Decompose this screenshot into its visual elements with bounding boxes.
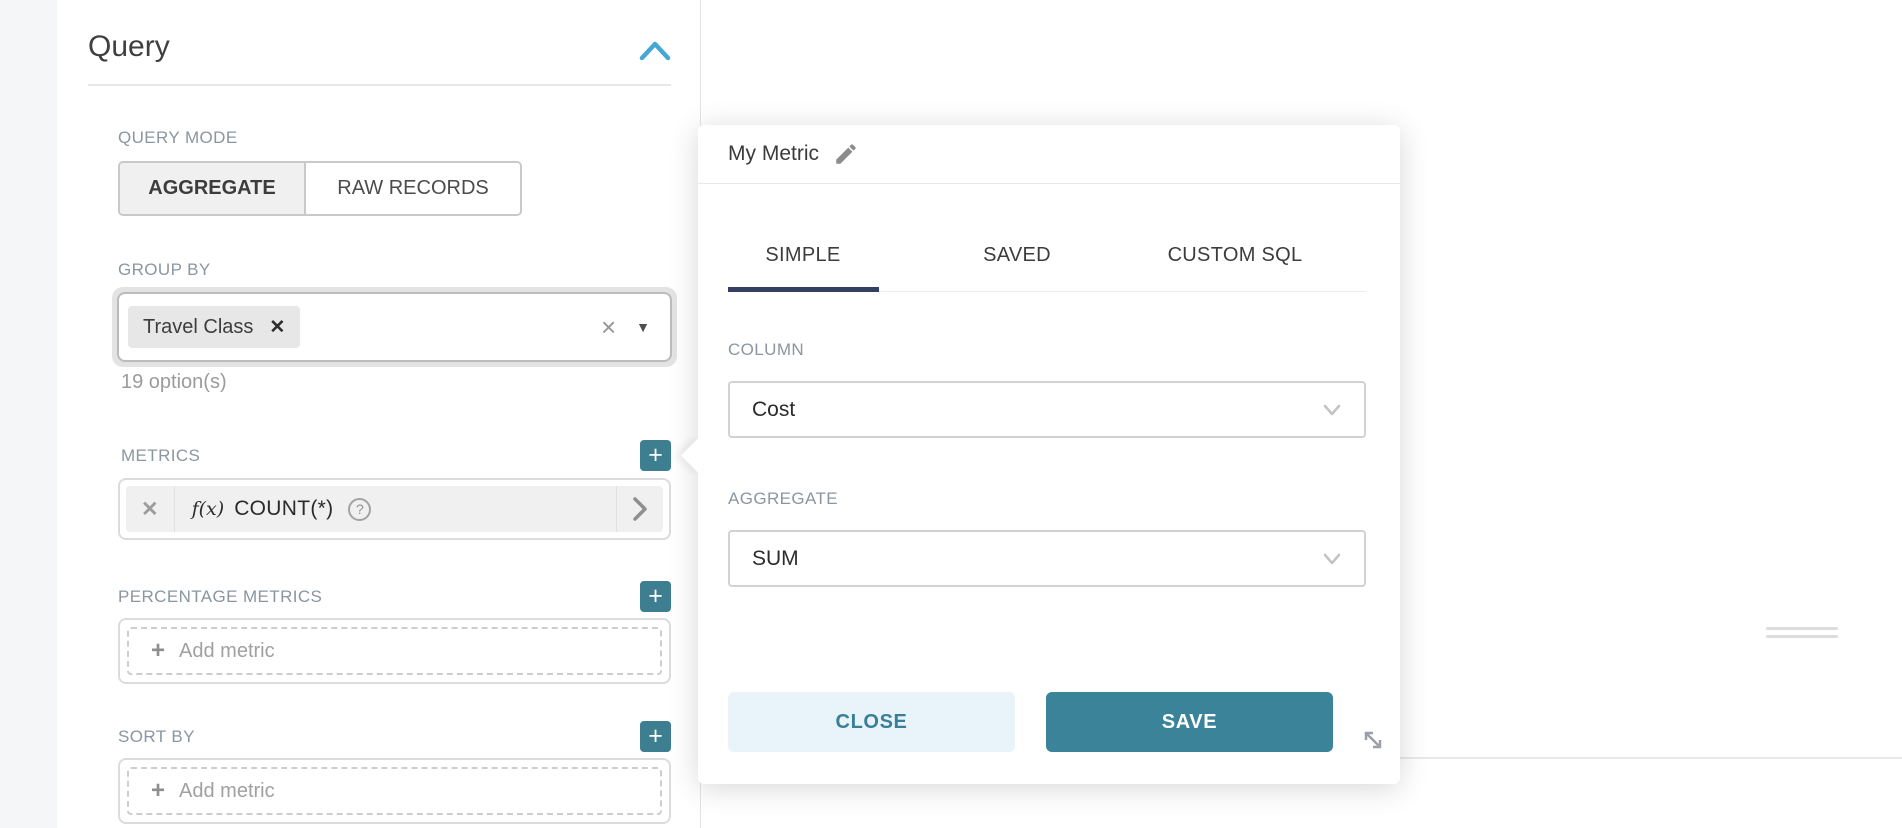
left-gutter-strip bbox=[0, 0, 57, 828]
popover-header: My Metric bbox=[698, 125, 1400, 184]
tab-saved[interactable]: SAVED bbox=[983, 244, 1051, 267]
aggregate-option[interactable]: AGGREGATE bbox=[120, 163, 306, 214]
column-label: COLUMN bbox=[728, 340, 804, 360]
plus-icon: + bbox=[151, 779, 165, 803]
help-icon[interactable]: ? bbox=[348, 498, 371, 521]
selected-tag[interactable]: Travel Class ✕ bbox=[128, 306, 300, 348]
metric-item[interactable]: ✕ f(x) COUNT(*) ? bbox=[126, 486, 663, 532]
dropdown-caret-icon[interactable]: ▼ bbox=[636, 319, 650, 335]
add-metric-placeholder: Add metric bbox=[179, 640, 275, 663]
aggregate-value: SUM bbox=[752, 547, 1322, 571]
query-section-title: Query bbox=[88, 30, 170, 64]
tag-label: Travel Class bbox=[143, 316, 253, 339]
active-tab-indicator bbox=[728, 287, 879, 292]
metric-tabs: SIMPLE SAVED CUSTOM SQL bbox=[728, 237, 1366, 292]
add-metric-button[interactable]: + bbox=[640, 440, 671, 471]
options-count-hint: 19 option(s) bbox=[121, 371, 227, 394]
tab-simple[interactable]: SIMPLE bbox=[765, 244, 840, 267]
popover-arrow bbox=[681, 438, 716, 473]
remove-metric-icon[interactable]: ✕ bbox=[126, 497, 174, 522]
group-by-select-focus-ring: Travel Class ✕ × ▼ bbox=[112, 287, 677, 367]
query-mode-label: QUERY MODE bbox=[118, 128, 238, 148]
expand-metric-button[interactable] bbox=[617, 496, 663, 522]
metric-editor-popover: My Metric SIMPLE SAVED CUSTOM SQL COLUMN… bbox=[698, 125, 1400, 784]
chevron-down-icon bbox=[1322, 403, 1342, 417]
sort-by-label: SORT BY bbox=[118, 727, 195, 747]
edit-name-button[interactable] bbox=[833, 141, 859, 167]
clear-select-icon[interactable]: × bbox=[601, 314, 616, 340]
metric-expression: COUNT(*) bbox=[234, 497, 333, 521]
column-select[interactable]: Cost bbox=[728, 381, 1366, 438]
chevron-right-icon bbox=[632, 496, 648, 522]
metric-separator bbox=[174, 486, 175, 532]
column-value: Cost bbox=[752, 398, 1322, 422]
chart-builder-screen: { "panel": { "title": "Query", "query_mo… bbox=[0, 0, 1902, 828]
raw-records-option[interactable]: RAW RECORDS bbox=[306, 163, 520, 214]
metric-item-container: ✕ f(x) COUNT(*) ? bbox=[118, 478, 671, 540]
add-metric-placeholder: Add metric bbox=[179, 780, 275, 803]
group-by-label: GROUP BY bbox=[118, 260, 211, 280]
function-icon: f(x) bbox=[192, 498, 225, 520]
save-button[interactable]: SAVE bbox=[1046, 692, 1333, 752]
close-button[interactable]: CLOSE bbox=[728, 692, 1015, 752]
aggregate-select[interactable]: SUM bbox=[728, 530, 1366, 587]
metric-name: My Metric bbox=[728, 142, 819, 166]
tab-custom-sql[interactable]: CUSTOM SQL bbox=[1168, 244, 1303, 267]
section-divider bbox=[88, 84, 671, 86]
popover-resize-handle[interactable] bbox=[1360, 727, 1386, 753]
group-by-select[interactable]: Travel Class ✕ × ▼ bbox=[117, 292, 672, 362]
chevron-up-icon bbox=[638, 38, 674, 66]
add-percentage-metric-button[interactable]: + bbox=[640, 581, 671, 612]
resize-drag-handle[interactable] bbox=[1766, 635, 1838, 638]
percentage-metric-dropzone[interactable]: + Add metric bbox=[118, 618, 671, 684]
percentage-metrics-label: PERCENTAGE METRICS bbox=[118, 587, 322, 607]
metrics-label: METRICS bbox=[121, 446, 200, 466]
resize-drag-handle[interactable] bbox=[1766, 627, 1838, 630]
remove-tag-icon[interactable]: ✕ bbox=[269, 316, 285, 339]
pencil-icon bbox=[833, 141, 859, 167]
sort-by-dropzone[interactable]: + Add metric bbox=[118, 758, 671, 824]
collapse-section-button[interactable] bbox=[638, 38, 674, 66]
add-sort-metric-button[interactable]: + bbox=[640, 721, 671, 752]
chevron-down-icon bbox=[1322, 552, 1342, 566]
query-mode-toggle: AGGREGATE RAW RECORDS bbox=[118, 161, 522, 216]
plus-icon: + bbox=[151, 639, 165, 663]
diagonal-resize-icon bbox=[1360, 727, 1386, 753]
aggregate-label: AGGREGATE bbox=[728, 489, 838, 509]
